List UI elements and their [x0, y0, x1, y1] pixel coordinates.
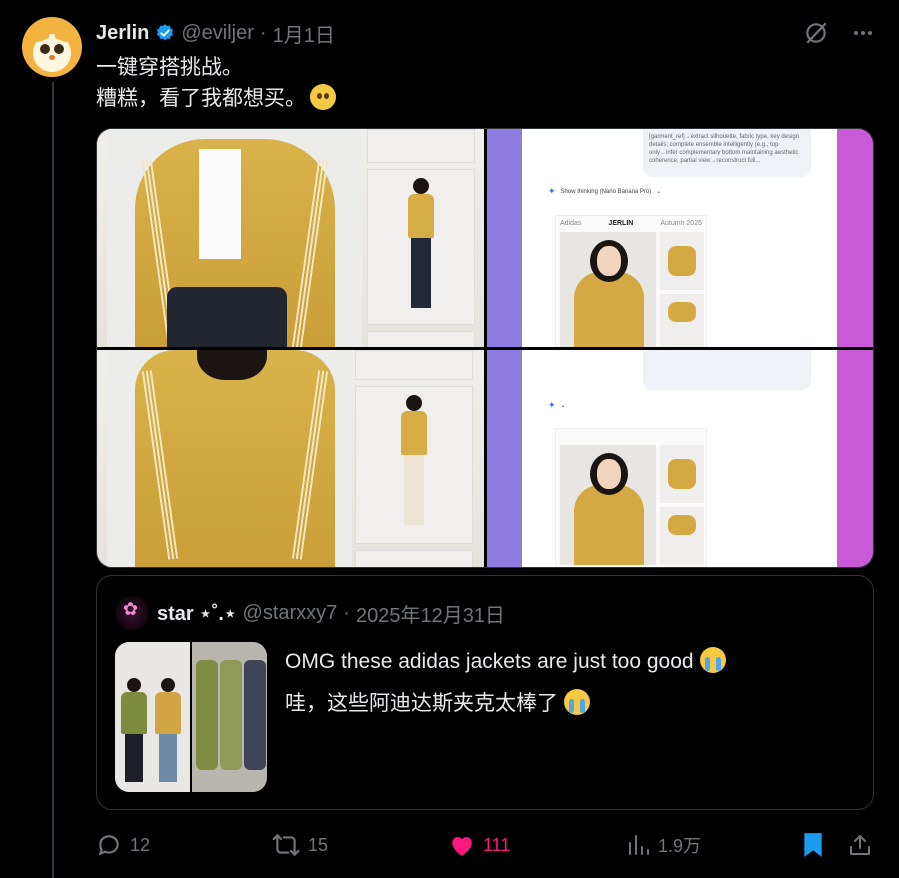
like-button[interactable]: 111 [449, 828, 510, 862]
reply-count: 12 [130, 834, 151, 855]
thinking-row-2: ✦ ⌄ [548, 400, 566, 411]
post-line-1: 一键穿搭挑战。 [96, 56, 243, 79]
media-image-3[interactable] [97, 350, 484, 567]
result-card: Adidas JERLIN Autumn 2025 [555, 215, 707, 347]
top-actions [803, 20, 875, 46]
action-bar: 12 15 111 1.9万 [96, 828, 874, 862]
avatar[interactable] [22, 17, 82, 77]
chevron-down-icon: ⌄ [656, 189, 662, 195]
separator-dot: · [259, 21, 267, 44]
bookmark-filled-icon [804, 833, 822, 857]
analytics-icon [629, 835, 649, 855]
thread-line [52, 82, 54, 878]
pleading-face-emoji-icon [310, 84, 336, 110]
media-grid: [garment_ref]→extract silhouette, fabric… [96, 128, 874, 568]
crying-face-emoji-icon [699, 647, 726, 673]
brand-center: JERLIN [608, 220, 634, 227]
more-icon[interactable] [851, 21, 875, 45]
quoted-line-1: OMG these adidas jackets are just too go… [285, 650, 694, 673]
media-image-2[interactable]: [garment_ref]→extract silhouette, fabric… [487, 129, 873, 347]
author-handle[interactable]: @eviljer [181, 22, 254, 45]
quoted-line-2: 哇，这些阿迪达斯夹克太棒了 [285, 692, 558, 715]
quoted-author-name: star ⋆˚.⋆ [157, 603, 237, 625]
repost-icon [272, 834, 300, 856]
media-image-1[interactable] [97, 129, 484, 347]
quoted-line-2-wrap: 哇，这些阿迪达斯夹克太棒了 [285, 683, 726, 725]
brand-right: Autumn 2025 [660, 220, 702, 227]
quoted-author-handle: @starxxy7 [242, 602, 338, 624]
repost-button[interactable]: 15 [272, 828, 328, 862]
grok-icon[interactable] [803, 20, 829, 46]
quoted-header: star ⋆˚.⋆ @starxxy7 · 2025年12月31日 [157, 599, 505, 628]
views-button[interactable]: 1.9万 [626, 828, 701, 862]
result-card-2 [555, 428, 707, 567]
like-count: 111 [483, 834, 511, 855]
quoted-separator: · [343, 602, 350, 624]
quoted-line-1-wrap: OMG these adidas jackets are just too go… [285, 641, 726, 683]
verified-badge-icon [157, 24, 174, 41]
quoted-date: 2025年12月31日 [355, 605, 505, 627]
quoted-image-2 [192, 642, 267, 792]
quoted-text: OMG these adidas jackets are just too go… [285, 641, 726, 725]
quoted-avatar [115, 596, 149, 630]
post-header: Jerlin @eviljer · 1月1日 [96, 19, 335, 48]
reply-button[interactable]: 12 [96, 828, 150, 862]
quoted-images [115, 642, 267, 792]
heart-filled-icon [452, 836, 472, 856]
post-text: 一键穿搭挑战。 糟糕，看了我都想买。 [96, 52, 336, 114]
author-name[interactable]: Jerlin [96, 22, 149, 45]
quoted-image-1 [115, 642, 190, 792]
views-count: 1.9万 [658, 836, 702, 856]
prompt-bubble-2 [643, 350, 811, 390]
thinking-label: Show thinking (Nano Banana Pro) [560, 188, 652, 195]
media-image-4[interactable]: ✦ ⌄ [487, 350, 873, 567]
repost-count: 15 [308, 834, 329, 855]
bookmark-button[interactable] [802, 828, 824, 862]
sparkle-icon-2: ✦ [548, 400, 556, 410]
share-button[interactable] [848, 828, 872, 862]
thinking-row: ✦ Show thinking (Nano Banana Pro) ⌄ [548, 186, 661, 197]
share-icon [850, 835, 870, 855]
post-line-2-wrap: 糟糕，看了我都想买。 [96, 83, 336, 114]
sparkle-icon: ✦ [548, 186, 556, 196]
post-date[interactable]: 1月1日 [273, 19, 335, 48]
quoted-post[interactable]: star ⋆˚.⋆ @starxxy7 · 2025年12月31日 OMG th… [96, 575, 874, 810]
reply-icon [98, 835, 119, 856]
post-line-2: 糟糕，看了我都想买。 [96, 87, 306, 110]
chevron-down-icon-2: ⌄ [560, 403, 566, 409]
crying-face-emoji-icon-2 [564, 689, 590, 715]
prompt-bubble: [garment_ref]→extract silhouette, fabric… [643, 129, 811, 177]
brand-left: Adidas [560, 220, 582, 227]
